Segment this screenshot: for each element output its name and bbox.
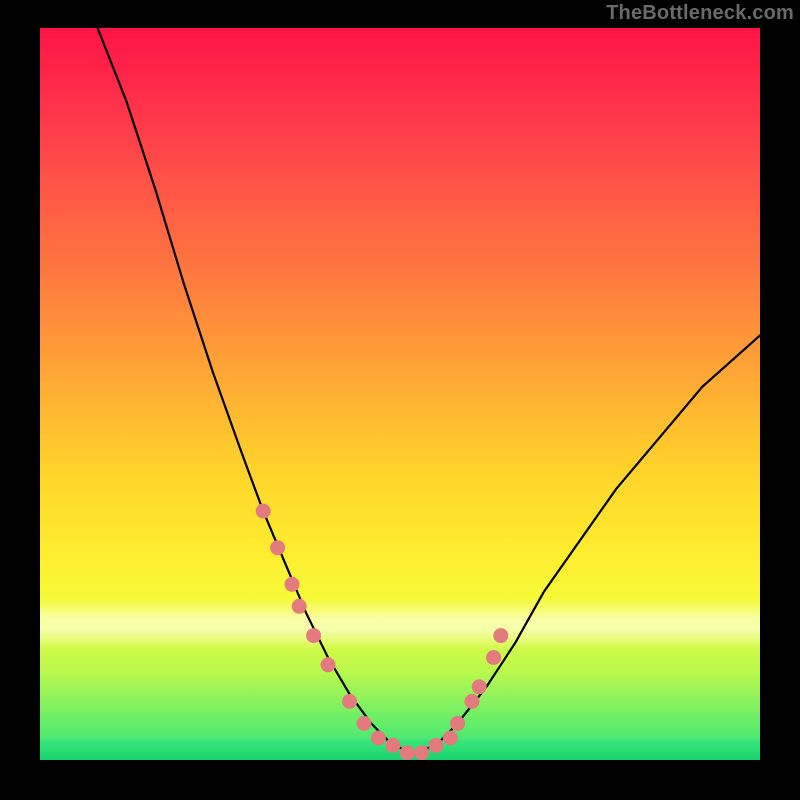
curve-marker (256, 504, 270, 518)
curve-markers (256, 504, 508, 760)
curve-marker (465, 694, 479, 708)
plot-area (40, 28, 760, 760)
bottleneck-curve (98, 28, 760, 753)
curve-marker (321, 658, 335, 672)
curve-marker (443, 731, 457, 745)
curve-marker (371, 731, 385, 745)
curve-marker (386, 738, 400, 752)
curve-marker (271, 541, 285, 555)
curve-marker (494, 629, 508, 643)
curve-marker (487, 651, 501, 665)
curve-marker (307, 629, 321, 643)
curve-marker (343, 694, 357, 708)
curve-marker (400, 746, 414, 760)
curve-marker (472, 680, 486, 694)
curve-marker (451, 716, 465, 730)
curve-svg (40, 28, 760, 760)
curve-marker (357, 716, 371, 730)
chart-frame: TheBottleneck.com (0, 0, 800, 800)
watermark-text: TheBottleneck.com (606, 2, 794, 25)
curve-marker (285, 577, 299, 591)
curve-marker (415, 746, 429, 760)
curve-marker (429, 738, 443, 752)
curve-marker (292, 599, 306, 613)
